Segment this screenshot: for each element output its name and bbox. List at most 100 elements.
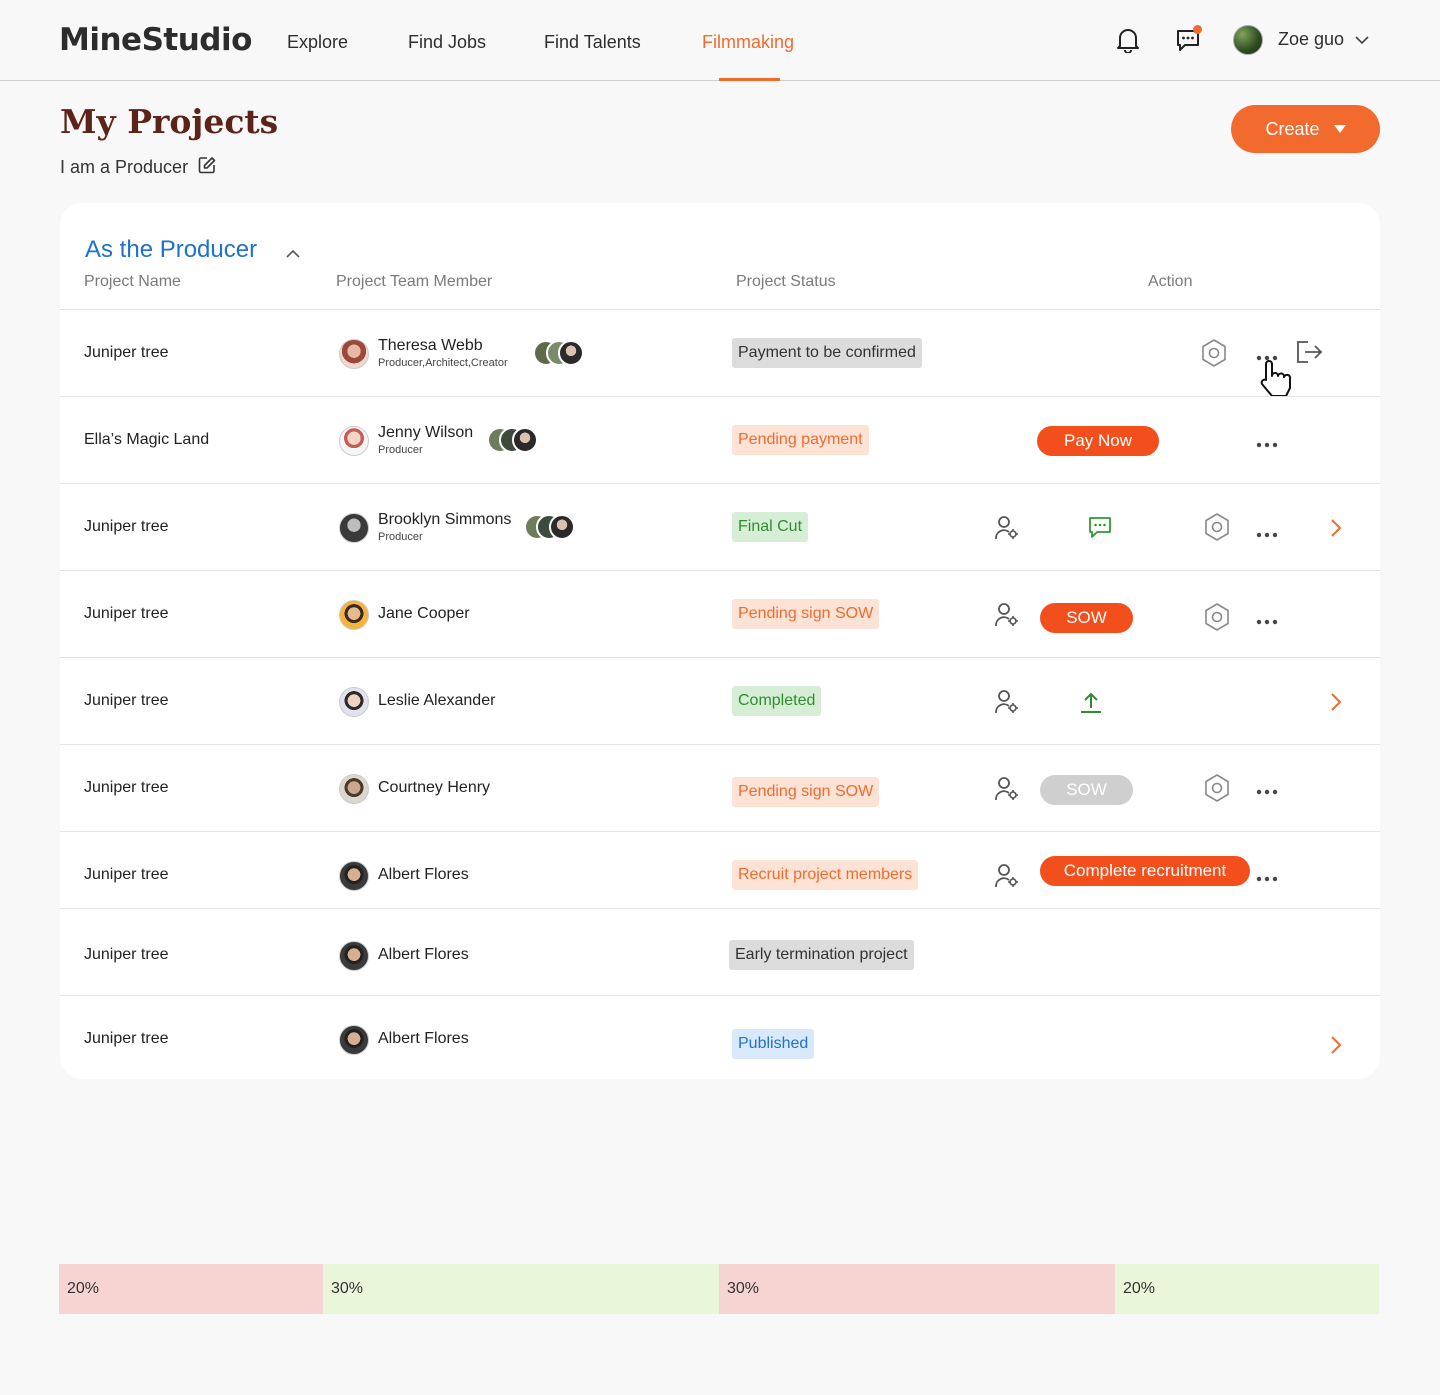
pay-now-button[interactable]: Pay Now <box>1037 426 1159 456</box>
chat-icon[interactable] <box>1175 25 1202 58</box>
member-name: Jenny Wilson <box>378 424 474 441</box>
section-title[interactable]: As the Producer <box>85 236 257 264</box>
user-name[interactable]: Zoe guo <box>1278 29 1344 50</box>
settings-hex-icon[interactable] <box>1203 602 1231 637</box>
role-line: I am a Producer <box>60 156 216 179</box>
project-name: Juniper tree <box>84 518 169 535</box>
user-settings-icon[interactable] <box>994 602 1020 633</box>
upload-icon[interactable] <box>1080 691 1102 718</box>
column-header-team-member: Project Team Member <box>336 273 493 290</box>
status-badge: Final Cut <box>732 512 809 542</box>
create-button[interactable]: Create <box>1231 105 1380 153</box>
table-row[interactable]: Juniper tree Brooklyn Simmons Producer F… <box>60 483 1380 570</box>
status-badge: Payment to be confirmed <box>732 338 922 368</box>
avatar <box>339 339 369 369</box>
project-name: Juniper tree <box>84 1030 169 1047</box>
user-avatar[interactable] <box>1233 25 1263 55</box>
member-name: Leslie Alexander <box>378 692 496 709</box>
project-name: Juniper tree <box>84 692 169 709</box>
column-width-bar: 20% 30% 30% 20% <box>59 1264 1379 1314</box>
projects-card: As the Producer Project Name Project Tea… <box>60 203 1380 1079</box>
project-name: Juniper tree <box>84 605 169 622</box>
table-row[interactable]: Juniper tree Albert Flores Early termina… <box>60 908 1380 995</box>
avatar <box>339 426 369 456</box>
table-row[interactable]: Juniper tree Albert Flores Published <box>60 995 1380 1079</box>
create-button-label: Create <box>1265 118 1320 139</box>
nav-find-talents[interactable]: Find Talents <box>544 32 641 53</box>
avatar <box>339 861 369 891</box>
chevron-up-icon[interactable] <box>286 246 300 264</box>
user-settings-icon[interactable] <box>994 776 1020 807</box>
settings-hex-icon[interactable] <box>1203 512 1231 547</box>
project-name: Ella’s Magic Land <box>84 431 210 448</box>
table-row[interactable]: Juniper tree Theresa Webb Producer,Archi… <box>60 309 1380 397</box>
member-name: Brooklyn Simmons <box>378 511 512 528</box>
chevron-right-icon[interactable] <box>1330 1035 1342 1060</box>
table-row[interactable]: Juniper tree Courtney Henry Pending sign… <box>60 744 1380 831</box>
message-icon[interactable] <box>1087 515 1113 544</box>
table-row[interactable]: Juniper tree Albert Flores Recruit proje… <box>60 831 1380 918</box>
logo[interactable]: MineStudio <box>59 22 252 58</box>
avatar <box>339 600 369 630</box>
chevron-down-icon[interactable] <box>1355 32 1369 50</box>
user-settings-icon[interactable] <box>994 689 1020 720</box>
table-row[interactable]: Juniper tree Jane Cooper Pending sign SO… <box>60 570 1380 657</box>
nav-explore[interactable]: Explore <box>287 32 348 53</box>
more-icon[interactable] <box>1256 612 1278 630</box>
project-name: Juniper tree <box>84 946 169 963</box>
avatar <box>558 340 584 366</box>
settings-hex-icon[interactable] <box>1200 338 1228 373</box>
member-name: Theresa Webb <box>378 337 483 354</box>
member-name: Courtney Henry <box>378 779 491 796</box>
status-badge: Pending payment <box>732 425 869 455</box>
user-settings-icon[interactable] <box>994 515 1020 546</box>
column-header-action: Action <box>1148 273 1193 290</box>
role-label: I am a Producer <box>60 157 189 177</box>
member-name: Albert Flores <box>378 1030 469 1047</box>
nav-find-jobs[interactable]: Find Jobs <box>408 32 486 53</box>
status-badge: Early termination project <box>729 940 914 970</box>
avatar <box>339 513 369 543</box>
member-role: Producer <box>378 531 423 543</box>
more-icon[interactable] <box>1256 782 1278 800</box>
more-icon[interactable] <box>1256 869 1278 887</box>
exit-icon[interactable] <box>1296 340 1324 369</box>
sow-button[interactable]: SOW <box>1040 603 1133 633</box>
member-name: Albert Flores <box>378 866 469 883</box>
width-segment: 30% <box>719 1264 1115 1314</box>
project-name: Juniper tree <box>84 866 169 883</box>
chevron-right-icon[interactable] <box>1330 518 1342 543</box>
top-navigation-bar: MineStudio Explore Find Jobs Find Talent… <box>0 0 1440 81</box>
page-title: My Projects <box>60 102 279 141</box>
project-name: Juniper tree <box>84 779 169 796</box>
column-header-project-name: Project Name <box>84 273 181 290</box>
edit-icon[interactable] <box>198 156 216 179</box>
bell-icon[interactable] <box>1116 27 1140 58</box>
avatar <box>339 687 369 717</box>
column-header-status: Project Status <box>736 273 836 290</box>
user-settings-icon[interactable] <box>994 863 1020 894</box>
more-icon[interactable] <box>1256 435 1278 453</box>
avatar <box>339 1025 369 1055</box>
table-row[interactable]: Ella’s Magic Land Jenny Wilson Producer … <box>60 396 1380 483</box>
avatar <box>549 514 575 540</box>
caret-down-icon <box>1333 125 1346 133</box>
sow-button-disabled: SOW <box>1040 775 1133 805</box>
nav-filmmaking[interactable]: Filmmaking <box>702 32 794 53</box>
notification-dot <box>1193 25 1202 34</box>
member-role: Producer,Architect,Creator <box>378 357 508 369</box>
table-row[interactable]: Juniper tree Leslie Alexander Completed <box>60 657 1380 744</box>
more-icon[interactable] <box>1256 525 1278 543</box>
width-segment: 20% <box>59 1264 323 1314</box>
member-name: Jane Cooper <box>378 605 470 622</box>
settings-hex-icon[interactable] <box>1203 773 1231 808</box>
status-badge: Pending sign SOW <box>732 599 880 629</box>
width-segment: 30% <box>323 1264 719 1314</box>
chevron-right-icon[interactable] <box>1330 692 1342 717</box>
complete-recruitment-button[interactable]: Complete recruitment <box>1040 856 1250 886</box>
status-badge: Pending sign SOW <box>732 777 880 807</box>
active-nav-indicator <box>719 78 780 81</box>
width-segment: 20% <box>1115 1264 1379 1314</box>
status-badge: Completed <box>732 686 822 716</box>
avatar <box>512 427 538 453</box>
